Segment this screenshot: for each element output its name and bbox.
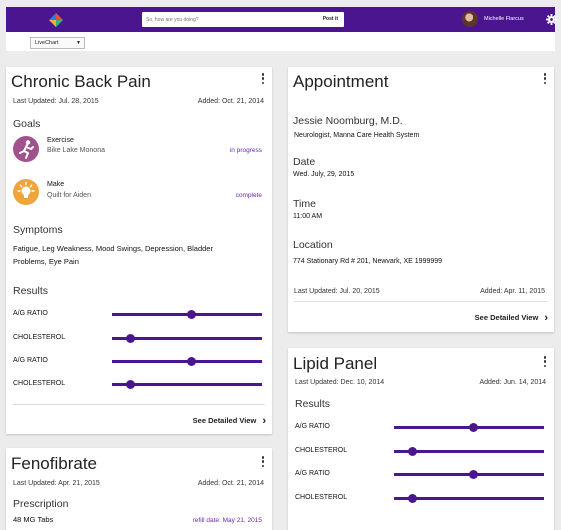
- slider-thumb[interactable]: [125, 380, 135, 389]
- avatar[interactable]: [462, 11, 478, 27]
- lightbulb-icon: [13, 179, 39, 205]
- status-box: Post it: [142, 12, 344, 27]
- top-bar: Post it Michelle Flarcus: [6, 7, 557, 32]
- slider-thumb[interactable]: [187, 357, 196, 366]
- appointment-time: 11:00 AM: [293, 213, 323, 220]
- time-heading: Time: [293, 198, 316, 210]
- results-heading: Results: [13, 285, 49, 297]
- result-slider[interactable]: [394, 470, 544, 479]
- slider-thumb[interactable]: [125, 334, 135, 343]
- goal-title: Make: [47, 181, 65, 188]
- gear-icon[interactable]: [546, 14, 557, 25]
- last-updated: Last Updated: Jul. 28, 2015: [13, 98, 99, 105]
- slider-thumb[interactable]: [407, 494, 417, 503]
- date-heading: Date: [293, 156, 316, 168]
- added-date: Added: Oct. 21, 2014: [197, 480, 264, 487]
- fenofibrate-card: Fenofibrate Last Updated: Apr. 21, 2015 …: [6, 448, 272, 530]
- goals-heading: Goals: [13, 118, 41, 130]
- result-slider[interactable]: [112, 334, 262, 343]
- symptoms-text: Problems, Eye Pain: [13, 257, 79, 266]
- last-updated: Last Updated: Apr. 21, 2015: [13, 480, 100, 487]
- more-options-icon[interactable]: [259, 73, 267, 87]
- view-select[interactable]: LiveChart ▼: [30, 37, 85, 49]
- status-input[interactable]: [146, 12, 306, 27]
- goal-subtitle: Bike Lake Monona: [47, 147, 105, 154]
- slider-thumb[interactable]: [469, 470, 478, 479]
- symptoms-heading: Symptoms: [13, 224, 63, 236]
- more-options-icon[interactable]: [259, 456, 267, 470]
- result-label: CHOLESTEROL: [13, 334, 66, 341]
- see-detailed-view-link[interactable]: See Detailed View ›: [193, 415, 266, 427]
- slider-thumb[interactable]: [187, 310, 196, 319]
- result-label: A/G RATIO: [13, 357, 48, 364]
- user-name[interactable]: Michelle Flarcus: [484, 7, 524, 32]
- result-label: A/G RATIO: [13, 310, 48, 317]
- last-updated: Last Updated: Jul. 20, 2015: [294, 288, 380, 295]
- symptoms-text: Fatigue, Leg Weakness, Mood Swings, Depr…: [13, 244, 213, 253]
- goal-status[interactable]: complete: [236, 192, 262, 199]
- location-heading: Location: [293, 239, 333, 251]
- result-slider[interactable]: [112, 310, 262, 319]
- chevron-right-icon: ›: [262, 415, 266, 427]
- results-heading: Results: [295, 398, 331, 410]
- result-label: CHOLESTEROL: [295, 447, 348, 454]
- result-slider[interactable]: [394, 423, 544, 432]
- result-label: CHOLESTEROL: [13, 380, 66, 387]
- result-slider[interactable]: [112, 357, 262, 366]
- detail-label: See Detailed View: [474, 313, 539, 322]
- goal-subtitle: Quilt for Aiden: [47, 192, 91, 199]
- card-title: Appointment: [293, 72, 389, 91]
- chronic-back-pain-card: Chronic Back Pain Last Updated: Jul. 28,…: [6, 67, 272, 434]
- appointment-date: Wed. July, 29, 2015: [293, 171, 355, 178]
- added-date: Added: Oct. 21, 2014: [197, 98, 264, 105]
- more-options-icon[interactable]: [541, 356, 549, 370]
- chevron-right-icon: ›: [544, 312, 548, 324]
- appointment-location: 774 Stationary Rd # 201, Newvark, XE 199…: [293, 258, 443, 265]
- lipid-panel-card: Lipid Panel Last Updated: Dec. 10, 2014 …: [288, 348, 554, 530]
- slider-thumb[interactable]: [407, 447, 417, 456]
- view-select-value: LiveChart: [35, 40, 59, 46]
- result-slider[interactable]: [394, 494, 544, 503]
- added-date: Added: Apr. 11, 2015: [480, 288, 545, 295]
- see-detailed-view-link[interactable]: See Detailed View ›: [475, 312, 548, 324]
- result-label: A/G RATIO: [295, 470, 330, 477]
- doctor-specialty: Neurologist, Manna Care Health System: [294, 132, 420, 139]
- slider-thumb[interactable]: [469, 423, 478, 432]
- result-label: CHOLESTEROL: [295, 494, 348, 501]
- card-title: Fenofibrate: [11, 454, 97, 473]
- chevron-down-icon: ▼: [76, 40, 81, 46]
- goal-title: Exercise: [47, 137, 74, 144]
- appointment-card: Appointment Jessie Noomburg, M.D. Neurol…: [288, 67, 554, 332]
- sub-bar: LiveChart ▼: [6, 32, 555, 51]
- more-options-icon[interactable]: [541, 73, 549, 87]
- last-updated: Last Updated: Dec. 10, 2014: [295, 379, 385, 386]
- result-slider[interactable]: [112, 380, 262, 389]
- logo-icon[interactable]: [48, 12, 64, 28]
- divider: [13, 404, 265, 405]
- dosage: 48 MG Tabs: [13, 515, 54, 524]
- post-button[interactable]: Post it: [323, 12, 338, 27]
- prescription-heading: Prescription: [13, 498, 69, 510]
- card-title: Chronic Back Pain: [11, 72, 151, 91]
- doctor-name: Jessie Noomburg, M.D.: [293, 115, 403, 127]
- card-title: Lipid Panel: [293, 354, 378, 373]
- added-date: Added: Jun. 14, 2014: [479, 379, 546, 386]
- result-label: A/G RATIO: [295, 423, 330, 430]
- running-icon: [13, 136, 39, 162]
- detail-label: See Detailed View: [192, 416, 257, 425]
- goal-status[interactable]: in progress: [230, 147, 262, 154]
- result-slider[interactable]: [394, 447, 544, 456]
- divider: [294, 301, 547, 302]
- refill-date[interactable]: refill date: May 21, 2015: [193, 517, 262, 524]
